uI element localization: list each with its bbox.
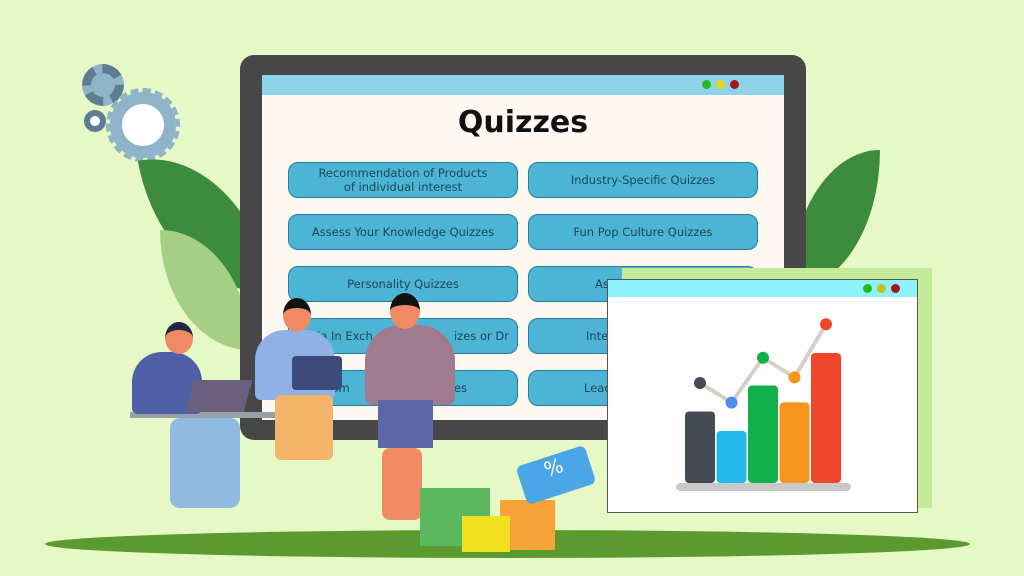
person-legs (170, 418, 240, 508)
window-dot-green[interactable] (702, 80, 711, 89)
chart-platform (676, 483, 851, 491)
gear-icon (106, 88, 180, 162)
chart-point (757, 351, 769, 364)
person-head (390, 293, 420, 329)
chart-point (694, 377, 706, 389)
quiz-button-industry[interactable]: Industry-Specific Quizzes (528, 162, 758, 198)
person-head (165, 322, 193, 354)
page-title: Quizzes (457, 105, 589, 140)
bar-line-chart (676, 318, 851, 491)
trivia-label-tail: izes or Dr (454, 328, 509, 343)
laptop-icon (185, 380, 253, 412)
chart-bar (779, 402, 810, 483)
chart-point (788, 371, 801, 384)
chart-point (725, 396, 738, 409)
person-skirt (275, 395, 333, 460)
chart-bar (685, 411, 715, 483)
window-dot-red[interactable] (730, 80, 739, 89)
person-legs (382, 448, 422, 520)
quiz-button-knowledge[interactable]: Assess Your Knowledge Quizzes (288, 214, 518, 250)
discount-card-icon: % (515, 444, 597, 506)
chart-bar (748, 385, 778, 483)
gift-box-icon (462, 516, 510, 552)
quiz-button-recommendation[interactable]: Recommendation of Products of individual… (288, 162, 518, 198)
person-head (283, 298, 311, 332)
tablet-icon (292, 356, 342, 390)
chart-bar (811, 353, 841, 483)
window-dot-yellow[interactable] (716, 80, 725, 89)
chart-point (820, 318, 832, 331)
gear-icon (82, 64, 124, 106)
chart-window (607, 279, 918, 513)
person-skirt (378, 400, 433, 448)
chart-bar (716, 431, 747, 483)
quiz-button-pop-culture[interactable]: Fun Pop Culture Quizzes (528, 214, 758, 250)
gear-icon (84, 110, 106, 132)
person-woman-pointing (365, 325, 455, 405)
